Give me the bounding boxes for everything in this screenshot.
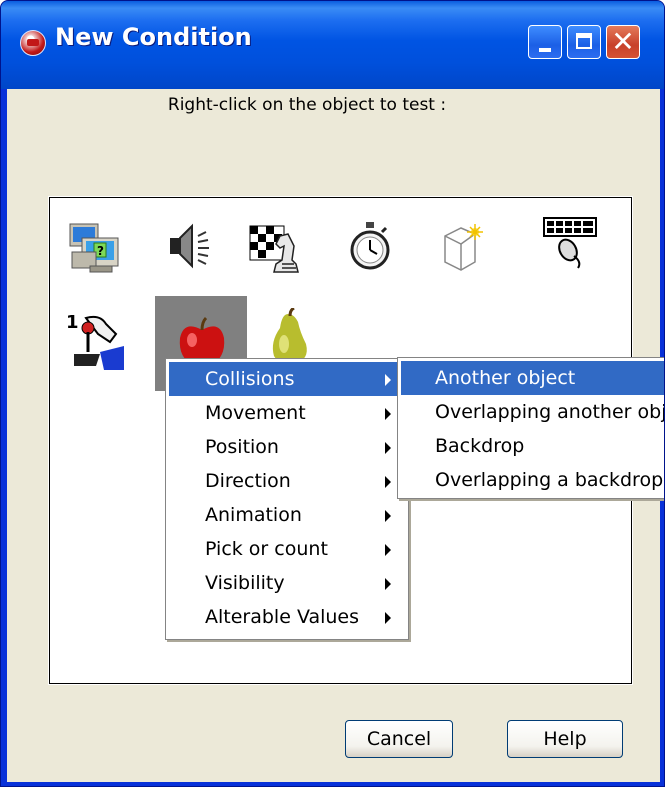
title-bar[interactable]: New Condition ✕ [1,1,664,89]
minimize-button[interactable] [528,25,562,59]
submenu-arrow-icon [385,442,391,454]
menu-item-animation[interactable]: Animation [169,498,405,532]
keyboard-mouse-icon[interactable] [540,212,600,272]
menu-item-alterable-values[interactable]: Alterable Values [169,600,405,634]
maximize-icon [576,33,592,49]
collisions-submenu: Another object Overlapping another objec… [397,357,664,499]
submenu-arrow-icon [385,578,391,590]
menu-item-direction[interactable]: Direction [169,464,405,498]
maximize-button[interactable] [567,25,601,59]
submenu-item-overlapping-another-object[interactable]: Overlapping another object [401,395,664,429]
cancel-button[interactable]: Cancel [345,720,453,758]
menu-item-label: Pick or count [205,538,328,560]
submenu-arrow-icon [385,408,391,420]
app-logo-icon [20,30,46,56]
context-menu: Collisions Movement Position Direction A… [165,358,409,640]
storyboard-chess-icon[interactable] [244,216,304,276]
menu-item-label: Collisions [205,368,295,390]
help-button[interactable]: Help [507,720,623,758]
menu-item-label: Alterable Values [205,606,360,628]
instruction-text: Right-click on the object to test : [167,95,447,115]
joystick-player-icon[interactable]: 1 [66,312,126,372]
menu-item-visibility[interactable]: Visibility [169,566,405,600]
submenu-arrow-icon [385,374,391,386]
menu-item-position[interactable]: Position [169,430,405,464]
submenu-item-backdrop[interactable]: Backdrop [401,429,664,463]
menu-item-movement[interactable]: Movement [169,396,405,430]
menu-item-label: Position [205,436,279,458]
submenu-arrow-icon [385,476,391,488]
stopwatch-icon[interactable] [340,216,400,276]
close-button[interactable]: ✕ [606,25,640,59]
svg-text:?: ? [97,244,104,258]
submenu-arrow-icon [385,612,391,624]
submenu-arrow-icon [385,544,391,556]
menu-item-pick-or-count[interactable]: Pick or count [169,532,405,566]
menu-item-collisions[interactable]: Collisions [169,362,405,396]
menu-item-label: Movement [205,402,306,424]
minimize-icon [539,48,551,52]
submenu-arrow-icon [385,510,391,522]
computer-question-icon[interactable]: ? [64,216,124,276]
new-object-icon[interactable] [431,216,491,276]
menu-item-label: Visibility [205,572,285,594]
close-icon: ✕ [611,25,635,58]
dialog-window: New Condition ✕ Right-click on the objec… [0,0,665,787]
menu-item-label: Direction [205,470,291,492]
submenu-item-overlapping-a-backdrop[interactable]: Overlapping a backdrop [401,463,664,497]
window-title: New Condition [55,23,252,51]
submenu-item-another-object[interactable]: Another object [401,361,664,395]
menu-item-label: Animation [205,504,302,526]
svg-text:1: 1 [66,312,79,333]
speaker-icon[interactable] [154,216,214,276]
